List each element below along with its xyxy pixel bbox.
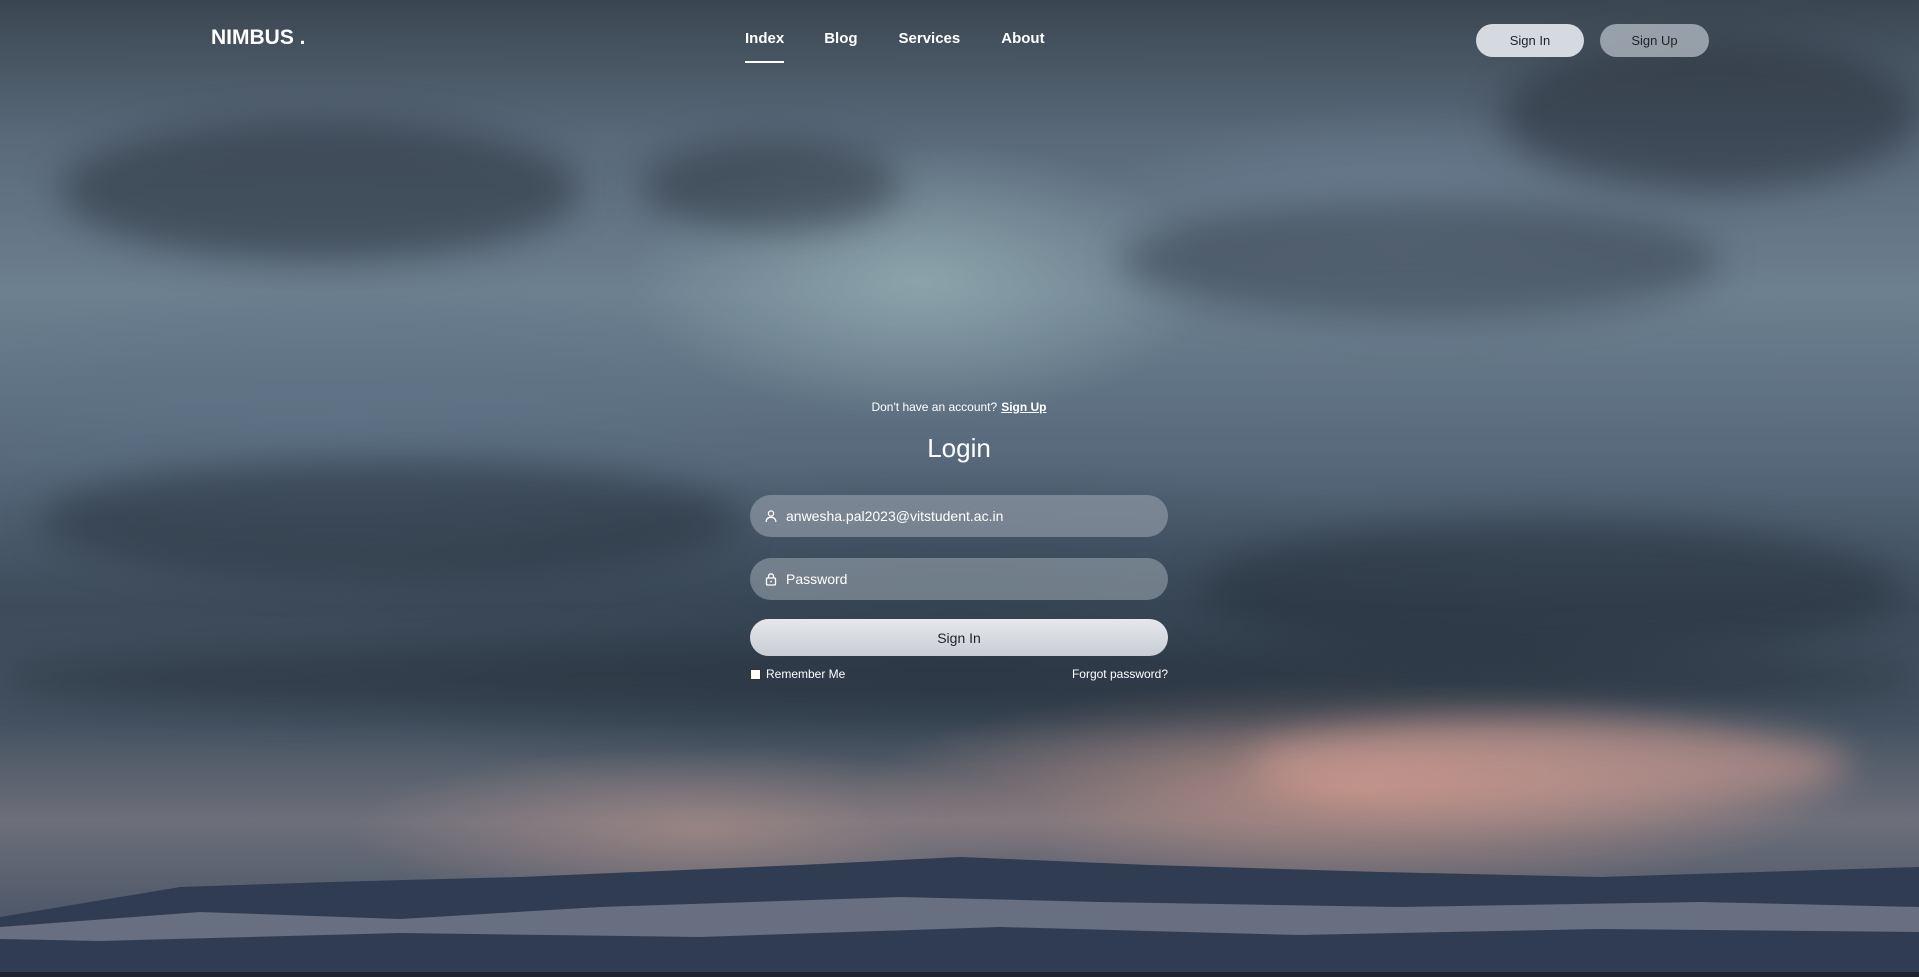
top-navbar: NIMBUS . Index Blog Services About Sign … <box>0 0 1919 80</box>
header-sign-up-button[interactable]: Sign Up <box>1600 24 1709 57</box>
user-icon <box>765 510 777 523</box>
login-title: Login <box>927 433 991 463</box>
cloud-shape <box>1200 520 1900 660</box>
remember-me[interactable]: Remember Me <box>750 667 845 681</box>
signup-prompt: Don't have an account? Sign Up <box>750 400 1168 414</box>
cloud-shape <box>640 140 900 230</box>
email-field[interactable] <box>750 495 1168 537</box>
signup-prompt-text: Don't have an account? <box>871 400 998 414</box>
cloud-shape <box>1120 200 1720 320</box>
sign-in-submit-button[interactable]: Sign In <box>750 619 1168 656</box>
sky-background <box>0 0 1919 977</box>
email-input[interactable] <box>786 508 1146 524</box>
nav-link-blog[interactable]: Blog <box>824 30 857 47</box>
password-input[interactable] <box>786 571 1146 587</box>
nav-link-services[interactable]: Services <box>899 30 961 47</box>
forgot-password-link[interactable]: Forgot password? <box>1072 667 1168 681</box>
main-nav: Index Blog Services About <box>745 30 1045 63</box>
remember-me-checkbox[interactable] <box>750 668 761 680</box>
lock-icon <box>765 573 777 586</box>
cloud-shape <box>40 460 740 580</box>
password-field[interactable] <box>750 558 1168 600</box>
nav-link-about[interactable]: About <box>1001 30 1044 47</box>
cloud-shape <box>1250 720 1850 810</box>
cloud-shape <box>60 120 580 260</box>
remember-me-label: Remember Me <box>766 667 846 681</box>
signup-link[interactable]: Sign Up <box>1001 400 1046 414</box>
brand-logo[interactable]: NIMBUS . <box>211 26 306 50</box>
nav-link-index[interactable]: Index <box>745 30 785 63</box>
header-sign-in-button[interactable]: Sign In <box>1476 24 1584 57</box>
mountain-silhouette <box>0 857 1919 977</box>
